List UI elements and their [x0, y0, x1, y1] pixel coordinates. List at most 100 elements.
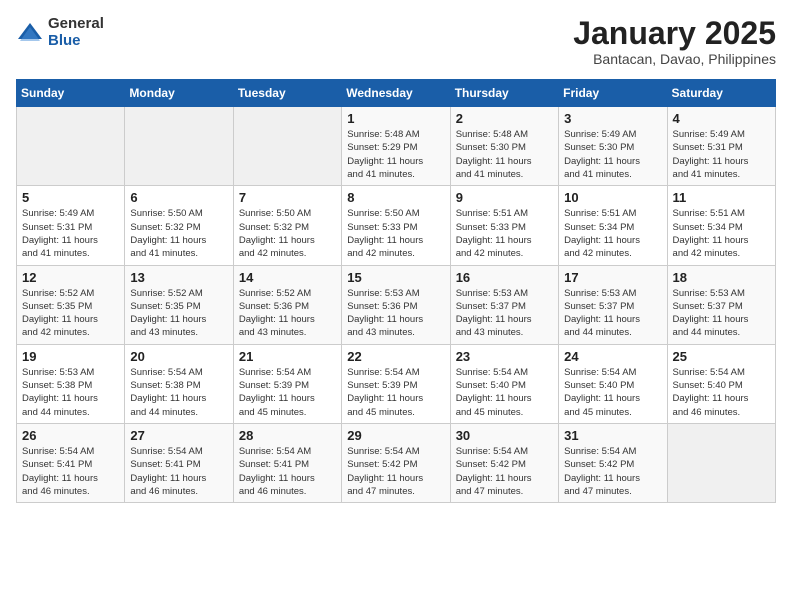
calendar-table: SundayMondayTuesdayWednesdayThursdayFrid… — [16, 79, 776, 503]
day-number: 27 — [130, 428, 227, 443]
calendar-cell: 6 Sunrise: 5:50 AM Sunset: 5:32 PM Daylig… — [125, 186, 233, 265]
day-number: 28 — [239, 428, 336, 443]
day-number: 14 — [239, 270, 336, 285]
day-number: 17 — [564, 270, 661, 285]
calendar-cell: 5 Sunrise: 5:49 AM Sunset: 5:31 PM Daylig… — [17, 186, 125, 265]
day-number: 26 — [22, 428, 119, 443]
calendar-cell: 14Sunrise: 5:52 AM Sunset: 5:36 PM Dayli… — [233, 265, 341, 344]
day-info: Sunrise: 5:54 AM Sunset: 5:39 PM Dayligh… — [347, 366, 444, 419]
calendar-cell: 2 Sunrise: 5:48 AM Sunset: 5:30 PM Daylig… — [450, 107, 558, 186]
day-info: Sunrise: 5:49 AM Sunset: 5:30 PM Dayligh… — [564, 128, 661, 181]
day-number: 8 — [347, 190, 444, 205]
day-info: Sunrise: 5:54 AM Sunset: 5:42 PM Dayligh… — [564, 445, 661, 498]
day-info: Sunrise: 5:54 AM Sunset: 5:42 PM Dayligh… — [347, 445, 444, 498]
col-header-wednesday: Wednesday — [342, 80, 450, 107]
calendar-cell: 19 Sunrise: 5:53 AM Sunset: 5:38 PM Dayli… — [17, 344, 125, 423]
day-number: 9 — [456, 190, 553, 205]
day-info: Sunrise: 5:51 AM Sunset: 5:33 PM Dayligh… — [456, 207, 553, 260]
calendar-week-row: 1 Sunrise: 5:48 AM Sunset: 5:29 PM Daylig… — [17, 107, 776, 186]
calendar-cell: 18Sunrise: 5:53 AM Sunset: 5:37 PM Dayli… — [667, 265, 775, 344]
day-info: Sunrise: 5:52 AM Sunset: 5:35 PM Dayligh… — [130, 287, 227, 340]
day-info: Sunrise: 5:54 AM Sunset: 5:38 PM Dayligh… — [130, 366, 227, 419]
day-number: 15 — [347, 270, 444, 285]
day-info: Sunrise: 5:54 AM Sunset: 5:42 PM Dayligh… — [456, 445, 553, 498]
day-number: 7 — [239, 190, 336, 205]
day-number: 25 — [673, 349, 770, 364]
calendar-cell: 27 Sunrise: 5:54 AM Sunset: 5:41 PM Dayli… — [125, 423, 233, 502]
calendar-cell: 13 Sunrise: 5:52 AM Sunset: 5:35 PM Dayli… — [125, 265, 233, 344]
calendar-cell: 16 Sunrise: 5:53 AM Sunset: 5:37 PM Dayli… — [450, 265, 558, 344]
calendar-cell: 26 Sunrise: 5:54 AM Sunset: 5:41 PM Dayli… — [17, 423, 125, 502]
day-info: Sunrise: 5:50 AM Sunset: 5:32 PM Dayligh… — [130, 207, 227, 260]
day-info: Sunrise: 5:54 AM Sunset: 5:40 PM Dayligh… — [564, 366, 661, 419]
calendar-cell: 29 Sunrise: 5:54 AM Sunset: 5:42 PM Dayli… — [342, 423, 450, 502]
day-number: 23 — [456, 349, 553, 364]
col-header-monday: Monday — [125, 80, 233, 107]
calendar-cell: 22 Sunrise: 5:54 AM Sunset: 5:39 PM Dayli… — [342, 344, 450, 423]
logo-text: General Blue — [48, 16, 104, 49]
day-info: Sunrise: 5:52 AM Sunset: 5:35 PM Dayligh… — [22, 287, 119, 340]
day-info: Sunrise: 5:53 AM Sunset: 5:36 PM Dayligh… — [347, 287, 444, 340]
calendar-cell: 12 Sunrise: 5:52 AM Sunset: 5:35 PM Dayli… — [17, 265, 125, 344]
col-header-sunday: Sunday — [17, 80, 125, 107]
calendar-cell: 23 Sunrise: 5:54 AM Sunset: 5:40 PM Dayli… — [450, 344, 558, 423]
calendar-cell: 20 Sunrise: 5:54 AM Sunset: 5:38 PM Dayli… — [125, 344, 233, 423]
calendar-cell: 10Sunrise: 5:51 AM Sunset: 5:34 PM Dayli… — [559, 186, 667, 265]
day-number: 19 — [22, 349, 119, 364]
day-info: Sunrise: 5:54 AM Sunset: 5:41 PM Dayligh… — [130, 445, 227, 498]
calendar-cell: 8 Sunrise: 5:50 AM Sunset: 5:33 PM Daylig… — [342, 186, 450, 265]
day-number: 12 — [22, 270, 119, 285]
calendar-cell: 21Sunrise: 5:54 AM Sunset: 5:39 PM Dayli… — [233, 344, 341, 423]
day-number: 22 — [347, 349, 444, 364]
day-number: 5 — [22, 190, 119, 205]
calendar-cell: 30 Sunrise: 5:54 AM Sunset: 5:42 PM Dayli… — [450, 423, 558, 502]
col-header-thursday: Thursday — [450, 80, 558, 107]
day-info: Sunrise: 5:53 AM Sunset: 5:37 PM Dayligh… — [456, 287, 553, 340]
day-number: 20 — [130, 349, 227, 364]
day-number: 2 — [456, 111, 553, 126]
day-info: Sunrise: 5:53 AM Sunset: 5:38 PM Dayligh… — [22, 366, 119, 419]
calendar-cell: 9 Sunrise: 5:51 AM Sunset: 5:33 PM Daylig… — [450, 186, 558, 265]
day-number: 1 — [347, 111, 444, 126]
logo-general-text: General — [48, 16, 104, 33]
calendar-cell: 31 Sunrise: 5:54 AM Sunset: 5:42 PM Dayli… — [559, 423, 667, 502]
day-info: Sunrise: 5:51 AM Sunset: 5:34 PM Dayligh… — [564, 207, 661, 260]
calendar-cell: 15 Sunrise: 5:53 AM Sunset: 5:36 PM Dayli… — [342, 265, 450, 344]
day-number: 30 — [456, 428, 553, 443]
day-number: 13 — [130, 270, 227, 285]
calendar-cell — [125, 107, 233, 186]
calendar-cell — [17, 107, 125, 186]
day-info: Sunrise: 5:49 AM Sunset: 5:31 PM Dayligh… — [22, 207, 119, 260]
calendar-cell: 11Sunrise: 5:51 AM Sunset: 5:34 PM Dayli… — [667, 186, 775, 265]
day-number: 29 — [347, 428, 444, 443]
day-info: Sunrise: 5:54 AM Sunset: 5:40 PM Dayligh… — [673, 366, 770, 419]
day-info: Sunrise: 5:50 AM Sunset: 5:32 PM Dayligh… — [239, 207, 336, 260]
day-number: 31 — [564, 428, 661, 443]
calendar-week-row: 26 Sunrise: 5:54 AM Sunset: 5:41 PM Dayli… — [17, 423, 776, 502]
day-info: Sunrise: 5:53 AM Sunset: 5:37 PM Dayligh… — [673, 287, 770, 340]
day-info: Sunrise: 5:54 AM Sunset: 5:40 PM Dayligh… — [456, 366, 553, 419]
page-header: General Blue January 2025 Bantacan, Dava… — [16, 16, 776, 67]
day-number: 3 — [564, 111, 661, 126]
calendar-cell: 28Sunrise: 5:54 AM Sunset: 5:41 PM Dayli… — [233, 423, 341, 502]
day-number: 16 — [456, 270, 553, 285]
day-number: 4 — [673, 111, 770, 126]
location-text: Bantacan, Davao, Philippines — [573, 51, 776, 67]
day-info: Sunrise: 5:50 AM Sunset: 5:33 PM Dayligh… — [347, 207, 444, 260]
calendar-cell — [667, 423, 775, 502]
col-header-tuesday: Tuesday — [233, 80, 341, 107]
calendar-cell — [233, 107, 341, 186]
calendar-cell: 25 Sunrise: 5:54 AM Sunset: 5:40 PM Dayli… — [667, 344, 775, 423]
day-info: Sunrise: 5:53 AM Sunset: 5:37 PM Dayligh… — [564, 287, 661, 340]
calendar-cell: 7 Sunrise: 5:50 AM Sunset: 5:32 PM Daylig… — [233, 186, 341, 265]
calendar-cell: 4Sunrise: 5:49 AM Sunset: 5:31 PM Daylig… — [667, 107, 775, 186]
day-info: Sunrise: 5:54 AM Sunset: 5:41 PM Dayligh… — [22, 445, 119, 498]
day-info: Sunrise: 5:51 AM Sunset: 5:34 PM Dayligh… — [673, 207, 770, 260]
logo-blue-text: Blue — [48, 33, 104, 50]
day-info: Sunrise: 5:48 AM Sunset: 5:30 PM Dayligh… — [456, 128, 553, 181]
day-info: Sunrise: 5:48 AM Sunset: 5:29 PM Dayligh… — [347, 128, 444, 181]
calendar-cell: 1 Sunrise: 5:48 AM Sunset: 5:29 PM Daylig… — [342, 107, 450, 186]
calendar-cell: 24Sunrise: 5:54 AM Sunset: 5:40 PM Dayli… — [559, 344, 667, 423]
day-number: 6 — [130, 190, 227, 205]
calendar-header-row: SundayMondayTuesdayWednesdayThursdayFrid… — [17, 80, 776, 107]
